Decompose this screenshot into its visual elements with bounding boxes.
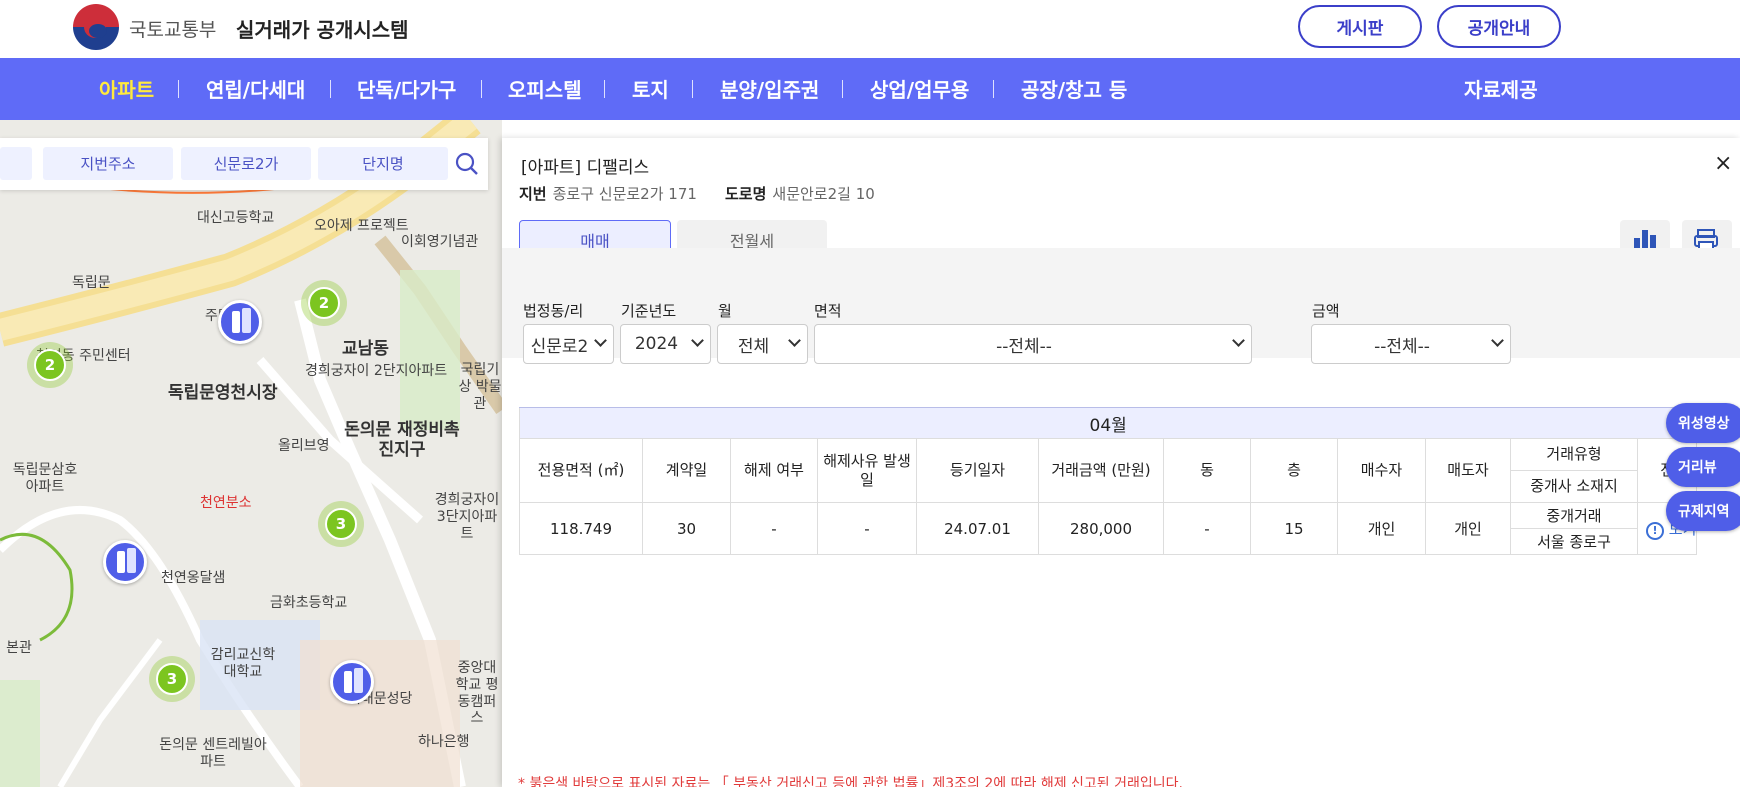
close-icon[interactable]: ×: [1714, 151, 1732, 176]
ministry-name: 국토교통부: [129, 19, 217, 41]
building-marker-icon[interactable]: [218, 300, 262, 344]
board-button[interactable]: 게시판: [1298, 5, 1422, 48]
col-dong: 동: [1163, 438, 1251, 503]
nav-item-commercial[interactable]: 상업/업무용: [870, 74, 969, 103]
government-logo-icon[interactable]: [73, 4, 119, 50]
notice-button[interactable]: 공개안내: [1437, 5, 1561, 48]
map-cluster-marker[interactable]: 3: [149, 656, 195, 702]
cell-dong: -: [1163, 502, 1251, 555]
col-cancel-date: 해제사유 발생일: [817, 438, 917, 503]
col-seller: 매도자: [1425, 438, 1511, 503]
search-chip-dong[interactable]: 신문로2가: [181, 147, 311, 180]
nav-item-factory[interactable]: 공장/창고 등: [1021, 74, 1127, 103]
cell-seller: 개인: [1425, 502, 1511, 555]
nav-item-presale[interactable]: 분양/입주권: [720, 74, 819, 103]
cancel-notice: * 붉은색 바탕으로 표시된 자료는 「 부동산 거래신고 등에 관한 법률」제…: [518, 776, 1183, 787]
map-label: 이회영기념관: [401, 234, 479, 250]
map-label: 경희궁자이 3단지아파트: [434, 492, 500, 542]
map-label: 천연옹달샘: [161, 570, 226, 586]
col-deal-type: 거래유형: [1510, 438, 1638, 471]
cell-price: 280,000: [1038, 502, 1164, 555]
filter-label: 법정동/리: [523, 302, 584, 320]
map-label: 교남동: [342, 339, 389, 359]
cell-deal-type: 중개거래: [1510, 502, 1638, 529]
filter-label: 월: [718, 302, 732, 320]
nav-item-apartment[interactable]: 아파트: [99, 74, 154, 103]
nav-item-house[interactable]: 단독/다가구: [357, 74, 456, 103]
cell-floor: 15: [1250, 502, 1338, 555]
map-label: 돈의문 재정비촉진지구: [344, 420, 460, 461]
map-label: 경희궁자이 2단지아파트: [305, 363, 448, 379]
cell-broker-location: 서울 종로구: [1510, 528, 1638, 555]
col-reg-date: 등기일자: [916, 438, 1039, 503]
map-cluster-marker[interactable]: 3: [318, 501, 364, 547]
col-price: 거래금액 (만원): [1038, 438, 1164, 503]
col-floor: 층: [1250, 438, 1338, 503]
transaction-table: 04월 전용면적 (㎡) 계약일 해제 여부 해제사유 발생일 등기일자 거래금…: [518, 407, 1698, 555]
map-cluster-marker[interactable]: 2: [27, 342, 73, 388]
satellite-button[interactable]: 위성영상: [1666, 403, 1740, 443]
filter-label: 기준년도: [621, 302, 677, 320]
system-title[interactable]: 실거래가 공개시스템: [236, 14, 409, 43]
cell-cancel: -: [730, 502, 818, 555]
building-marker-icon[interactable]: [330, 660, 374, 704]
detail-panel: [아파트] 디팰리스 지번 종로구 신문로2가 171 도로명 새문안로2길 10 …: [502, 138, 1740, 787]
map-label: 본관: [6, 640, 32, 656]
jibun-address: 지번 종로구 신문로2가 171: [519, 185, 697, 203]
regulation-zone-button[interactable]: 규제지역: [1666, 491, 1740, 531]
cell-contract-day: 30: [642, 502, 731, 555]
cell-cancel-date: -: [817, 502, 917, 555]
map-label: 독립문삼호 아파트: [12, 462, 78, 495]
cell-buyer: 개인: [1337, 502, 1426, 555]
col-contract-day: 계약일: [642, 438, 731, 503]
main-nav: 아파트 연립/다세대 단독/다가구 오피스텔 토지 분양/입주권 상업/업무용 …: [0, 58, 1740, 120]
search-chip-complex[interactable]: 단지명: [318, 147, 448, 180]
search-chip-jibun[interactable]: 지번주소: [43, 147, 173, 180]
year-select[interactable]: 2024: [620, 324, 711, 364]
col-buyer: 매수자: [1337, 438, 1426, 503]
cell-area: 118.749: [519, 502, 643, 555]
map-label: 오아제 프로젝트: [314, 218, 409, 234]
map-label: 대신고등학교: [197, 210, 275, 226]
search-icon[interactable]: [455, 152, 479, 176]
search-chip-partial[interactable]: [0, 147, 32, 180]
col-broker-location: 중개사 소재지: [1510, 470, 1638, 503]
street-view-button[interactable]: 거리뷰: [1666, 447, 1740, 487]
map-label: 올리브영: [278, 438, 330, 454]
map-label: 독립문: [72, 275, 111, 291]
area-select[interactable]: --전체--: [814, 324, 1252, 364]
cell-reg-date: 24.07.01: [916, 502, 1039, 555]
nav-item-officetel[interactable]: 오피스텔: [508, 74, 582, 103]
building-marker-icon[interactable]: [103, 540, 147, 584]
map-view[interactable]: 대신고등학교 오아제 프로젝트 이회영기념관 독립문 주민센터 천연동 주민센터…: [0, 120, 502, 787]
map-label: 독립문영천시장: [168, 383, 278, 403]
month-select[interactable]: 전체: [717, 324, 808, 364]
col-area: 전용면적 (㎡): [519, 438, 643, 503]
top-header: 국토교통부 실거래가 공개시스템 게시판 공개안내: [0, 0, 1740, 58]
col-cancel: 해제 여부: [730, 438, 818, 503]
dong-select[interactable]: 신문로2: [523, 324, 614, 364]
month-header: 04월: [518, 407, 1698, 439]
filter-label: 금액: [1312, 302, 1340, 320]
map-label: 감리교신학 대학교: [210, 647, 276, 680]
map-label: 천연분소: [200, 495, 252, 511]
nav-item-land[interactable]: 토지: [632, 74, 669, 103]
table-row: 118.749 30 - - 24.07.01 280,000 - 15 개인 …: [519, 502, 1698, 555]
map-label: 중앙대학교 평동캠퍼스: [455, 660, 499, 727]
map-label: 국립기상 박물관: [458, 362, 502, 412]
map-cluster-marker[interactable]: 2: [301, 280, 347, 326]
nav-item-villa[interactable]: 연립/다세대: [206, 74, 305, 103]
map-label: 하나은행: [418, 734, 470, 750]
map-label: 금화초등학교: [270, 595, 348, 611]
map-label: 돈의문 센트레빌아파트: [159, 737, 267, 770]
price-select[interactable]: --전체--: [1311, 324, 1511, 364]
filter-label: 면적: [814, 302, 842, 320]
road-address: 도로명 새문안로2길 10: [725, 185, 875, 203]
complex-title: [아파트] 디팰리스: [521, 158, 650, 178]
map-search-bar: 지번주소 신문로2가 단지명: [0, 138, 488, 190]
nav-item-data-provision[interactable]: 자료제공: [1464, 74, 1538, 103]
info-icon: !: [1646, 521, 1664, 540]
